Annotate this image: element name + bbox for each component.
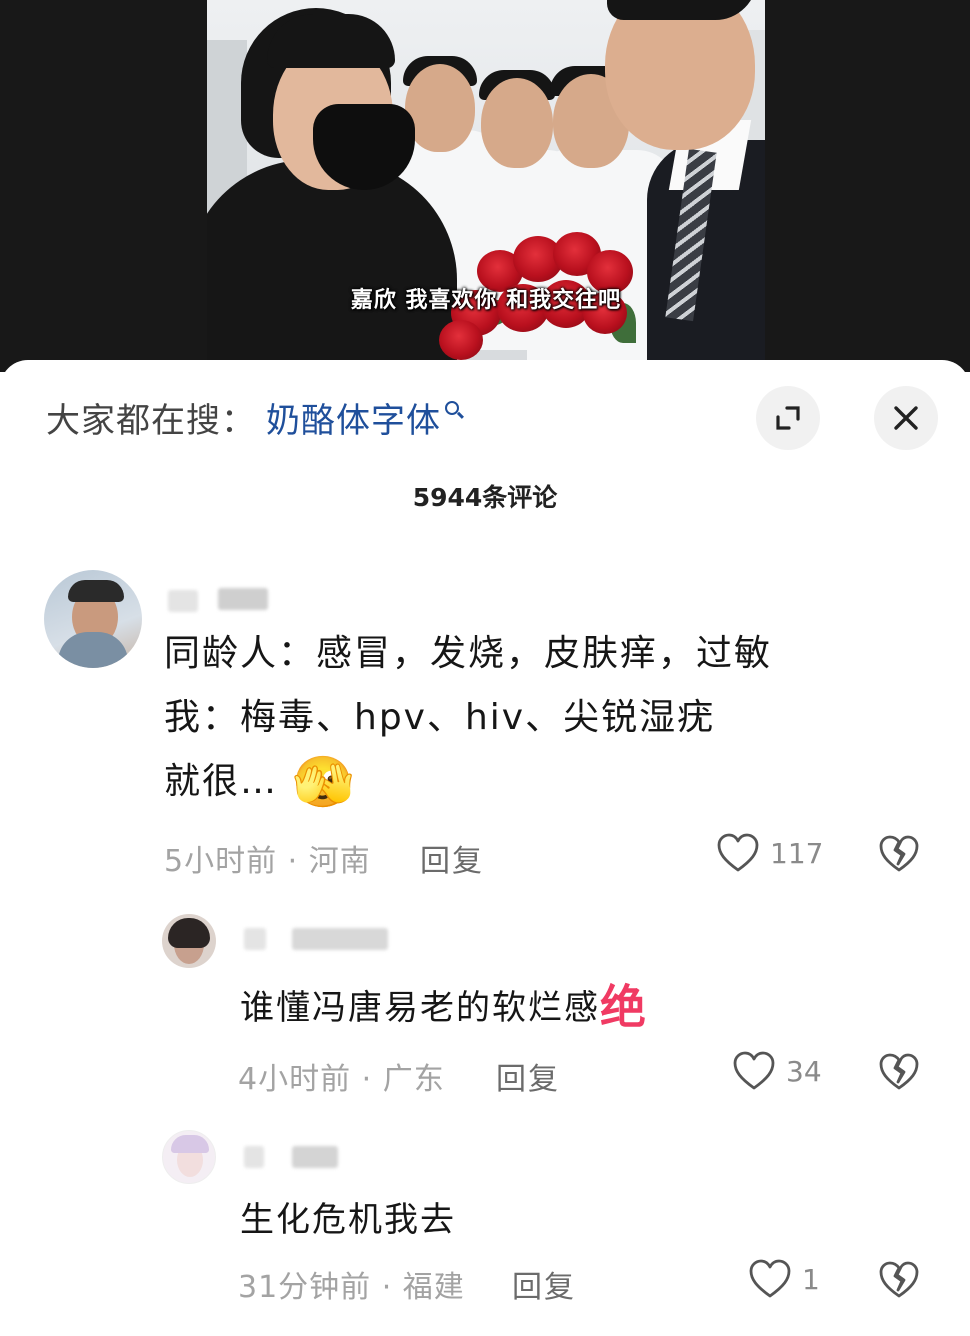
username-blurred[interactable] <box>292 1146 338 1168</box>
expand-icon <box>776 406 800 430</box>
heart-icon <box>749 1259 791 1298</box>
heart-icon <box>733 1051 775 1090</box>
avatar[interactable] <box>162 1130 216 1184</box>
trending-search-bar[interactable]: 大家都在搜： 奶酪体字体 <box>46 392 459 442</box>
comment-line: 我：梅毒、hpv、hiv、尖锐湿疣 <box>164 697 716 738</box>
like-count: 1 <box>802 1262 820 1296</box>
expand-button[interactable] <box>756 386 820 450</box>
reply-button[interactable]: 回复 <box>496 1054 560 1098</box>
comment-time-location: 31分钟前 · 福建 <box>238 1270 465 1305</box>
like-button[interactable]: 1 <box>748 1258 820 1300</box>
close-icon <box>894 406 918 430</box>
comment-line: 就很… 🫣 <box>164 750 864 814</box>
video-frame: 嘉欣 我喜欢你 和我交往吧 <box>207 0 765 372</box>
reply-text: 生化危机我去 <box>240 1200 456 1240</box>
video-player[interactable]: 嘉欣 我喜欢你 和我交往吧 <box>0 0 970 372</box>
avatar[interactable] <box>162 914 216 968</box>
search-icon <box>445 401 459 415</box>
username-blurred[interactable] <box>292 928 388 950</box>
comment-count: 5944条评论 <box>412 483 558 512</box>
username-blurred[interactable] <box>244 1146 264 1168</box>
broken-heart-icon[interactable] <box>878 834 920 874</box>
reply-button[interactable]: 回复 <box>420 836 484 880</box>
trending-search-prefix: 大家都在搜： <box>46 400 256 441</box>
trending-search-term[interactable]: 奶酪体字体 <box>266 393 441 442</box>
comment-text: 同龄人：感冒，发烧，皮肤痒，过敏 我：梅毒、hpv、hiv、尖锐湿疣 就很… 🫣 <box>164 622 864 814</box>
like-button[interactable]: 117 <box>716 832 823 874</box>
reply-text-body: 谁懂冯唐易老的软烂感 <box>240 987 600 1028</box>
like-count: 34 <box>786 1054 822 1088</box>
peeking-emoji: 🫣 <box>292 753 357 811</box>
heart-icon <box>717 833 759 872</box>
reply-highlight: 绝 <box>600 980 646 1034</box>
reply-button[interactable]: 回复 <box>512 1262 576 1306</box>
username-blurred[interactable] <box>244 928 266 950</box>
like-count: 117 <box>770 836 824 870</box>
broken-heart-icon[interactable] <box>878 1260 920 1300</box>
username-blurred[interactable] <box>168 590 198 612</box>
comment-time-location: 4小时前 · 广东 <box>238 1062 445 1097</box>
video-subtitle: 嘉欣 我喜欢你 和我交往吧 <box>350 288 622 313</box>
avatar[interactable] <box>44 570 142 668</box>
broken-heart-icon[interactable] <box>878 1052 920 1092</box>
like-button[interactable]: 34 <box>732 1050 822 1092</box>
comment-line-text: 就很… <box>164 761 279 802</box>
username-blurred[interactable] <box>218 588 268 610</box>
comment-line: 同龄人：感冒，发烧，皮肤痒，过敏 <box>164 633 773 674</box>
reply-text: 谁懂冯唐易老的软烂感 绝 <box>240 976 646 1034</box>
comment-time-location: 5小时前 · 河南 <box>164 844 371 879</box>
close-button[interactable] <box>874 386 938 450</box>
